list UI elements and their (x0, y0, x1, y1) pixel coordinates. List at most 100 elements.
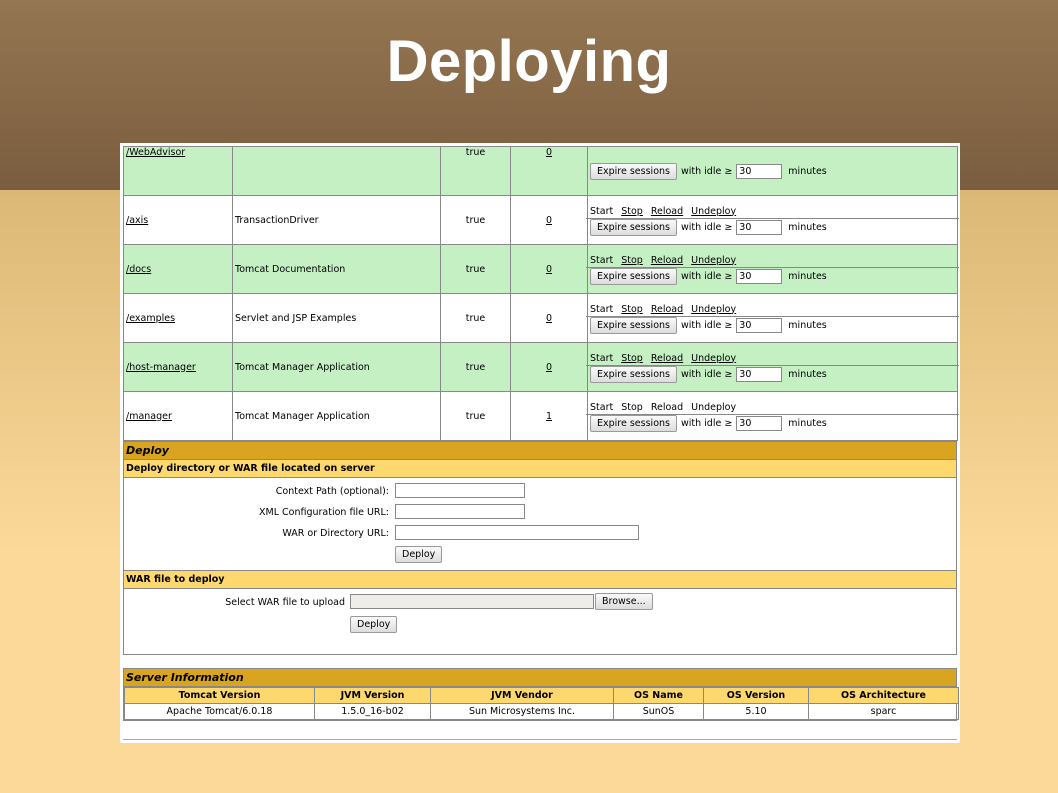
command-reload[interactable]: Reload (651, 255, 683, 266)
deploy-section: Deploy Deploy directory or WAR file loca… (123, 441, 957, 655)
app-commands-cell: Start Stop Reload Undeploy Expire sessions wi… (586, 293, 959, 343)
tomcat-manager-screenshot: /WebAdvisor true 0 Expire sessions with idle… (120, 143, 960, 743)
deploy-server-button[interactable]: Deploy (395, 546, 443, 563)
command-start[interactable]: Start (590, 353, 613, 364)
idle-minutes-input[interactable]: 30 (736, 318, 783, 333)
app-sessions-link[interactable]: 0 (546, 362, 552, 373)
with-idle-label: with idle ≥ (680, 271, 733, 282)
with-idle-label: with idle ≥ (680, 165, 733, 177)
deploy-server-form: Context Path (optional): XML Configurati… (124, 478, 956, 570)
command-undeploy[interactable]: Undeploy (691, 402, 736, 413)
application-row: /manager Tomcat Manager Application true 1 S… (123, 391, 959, 441)
expire-sessions-button[interactable]: Expire sessions (590, 219, 677, 236)
app-sessions-link[interactable]: 0 (546, 215, 552, 226)
bottom-divider (123, 739, 957, 740)
app-display-name: Tomcat Documentation (232, 244, 441, 294)
expire-sessions-button[interactable]: Expire sessions (590, 415, 677, 432)
expire-sessions-button[interactable]: Expire sessions (590, 366, 677, 383)
app-path-cell: /WebAdvisor (123, 146, 233, 196)
app-path-link[interactable]: /manager (126, 411, 172, 422)
server-information-section: Server Information Tomcat Version JVM Ver… (123, 668, 959, 721)
app-sessions-cell: 1 (510, 391, 588, 441)
app-running-status: true (440, 391, 511, 441)
xml-config-input[interactable] (395, 504, 525, 519)
idle-minutes-input[interactable]: 30 (736, 416, 783, 431)
server-info-value: sparc (808, 703, 959, 720)
app-running-status: true (440, 293, 511, 343)
minutes-label: minutes (788, 418, 827, 429)
command-reload[interactable]: Reload (651, 206, 683, 217)
app-path-link[interactable]: /host-manager (126, 362, 196, 373)
app-running-status: true (440, 342, 511, 392)
war-dir-label: WAR or Directory URL: (282, 528, 389, 539)
app-path-cell: /examples (123, 293, 233, 343)
deploy-server-heading: Deploy directory or WAR file located on … (124, 460, 956, 478)
app-path-cell: /manager (123, 391, 233, 441)
command-reload[interactable]: Reload (651, 402, 683, 413)
app-sessions-cell: 0 (510, 146, 588, 196)
app-display-name: Servlet and JSP Examples (232, 293, 441, 343)
command-start[interactable]: Start (590, 402, 613, 413)
app-running-status: true (440, 146, 511, 196)
idle-minutes-input[interactable]: 30 (736, 269, 783, 284)
command-undeploy[interactable]: Undeploy (691, 255, 736, 266)
with-idle-label: with idle ≥ (680, 320, 733, 331)
server-info-value: 1.5.0_16-b02 (314, 703, 431, 720)
app-commands-cell: Start Stop Reload Undeploy Expire sessions wi… (586, 195, 959, 245)
app-commands-cell: Expire sessions with idle ≥30 minutes (587, 146, 958, 196)
browse-button[interactable]: Browse... (595, 593, 653, 610)
server-information-table: Tomcat Version JVM Version JVM Vendor OS Na… (124, 687, 959, 720)
with-idle-label: with idle ≥ (680, 418, 733, 429)
war-file-input[interactable] (350, 594, 594, 609)
app-path-link[interactable]: /axis (126, 215, 148, 226)
app-sessions-link[interactable]: 0 (546, 264, 552, 275)
context-path-label: Context Path (optional): (275, 486, 389, 497)
minutes-label: minutes (788, 271, 827, 282)
application-row: /WebAdvisor true 0 Expire sessions with idle… (123, 146, 958, 196)
app-display-name: Tomcat Manager Application (232, 391, 441, 441)
deploy-war-button[interactable]: Deploy (350, 616, 398, 633)
command-start[interactable]: Start (590, 206, 613, 217)
server-info-column-header: Tomcat Version (124, 687, 315, 704)
app-display-name: Tomcat Manager Application (232, 342, 441, 392)
idle-minutes-input[interactable]: 30 (736, 367, 783, 382)
command-reload[interactable]: Reload (651, 304, 683, 315)
select-war-label: Select WAR file to upload (225, 597, 345, 608)
minutes-label: minutes (788, 369, 827, 380)
slide-title: Deploying (386, 29, 672, 94)
server-info-value: Sun Microsystems Inc. (430, 703, 614, 720)
expire-sessions-button[interactable]: Expire sessions (590, 162, 677, 180)
command-stop[interactable]: Stop (621, 402, 643, 413)
deploy-heading: Deploy (124, 442, 956, 460)
expire-sessions-button[interactable]: Expire sessions (590, 317, 677, 334)
server-info-value: Apache Tomcat/6.0.18 (124, 703, 315, 720)
command-start[interactable]: Start (590, 255, 613, 266)
app-path-link[interactable]: /examples (126, 313, 175, 324)
app-path-link[interactable]: /WebAdvisor (126, 147, 185, 158)
app-path-cell: /host-manager (123, 342, 233, 392)
server-information-heading: Server Information (124, 669, 956, 687)
app-sessions-link[interactable]: 1 (546, 411, 552, 422)
app-path-link[interactable]: /docs (126, 264, 151, 275)
idle-minutes-input[interactable]: 30 (736, 220, 783, 235)
command-stop[interactable]: Stop (621, 206, 643, 217)
command-undeploy[interactable]: Undeploy (691, 304, 736, 315)
command-reload[interactable]: Reload (651, 353, 683, 364)
command-stop[interactable]: Stop (621, 255, 643, 266)
context-path-input[interactable] (395, 483, 525, 498)
war-dir-input[interactable] (395, 525, 639, 540)
server-info-column-header: JVM Vendor (430, 687, 614, 704)
command-undeploy[interactable]: Undeploy (691, 353, 736, 364)
server-info-column-header: OS Architecture (808, 687, 959, 704)
command-stop[interactable]: Stop (621, 353, 643, 364)
command-stop[interactable]: Stop (621, 304, 643, 315)
expire-sessions-button[interactable]: Expire sessions (590, 268, 677, 285)
command-undeploy[interactable]: Undeploy (691, 206, 736, 217)
app-path-cell: /axis (123, 195, 233, 245)
app-sessions-link[interactable]: 0 (546, 313, 552, 324)
app-sessions-link[interactable]: 0 (546, 147, 552, 158)
war-upload-heading: WAR file to deploy (124, 570, 956, 589)
app-sessions-cell: 0 (510, 195, 588, 245)
command-start[interactable]: Start (590, 304, 613, 315)
idle-minutes-input[interactable]: 30 (736, 163, 783, 179)
